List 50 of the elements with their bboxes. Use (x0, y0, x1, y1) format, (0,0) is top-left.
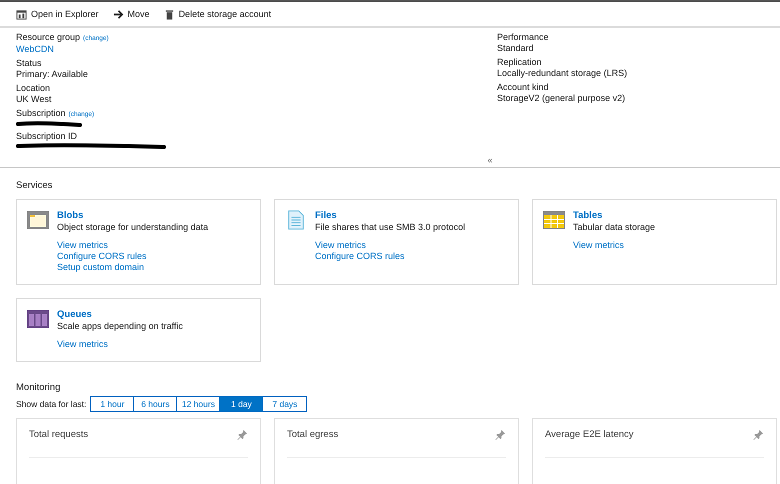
service-title[interactable]: Tables (573, 210, 656, 222)
range-label: Show data for last: (16, 399, 86, 409)
storage-container-icon (27, 210, 49, 230)
service-title[interactable]: Files (315, 210, 466, 222)
field-label: Account kind (497, 82, 549, 93)
service-description: File shares that use SMB 3.0 protocol (315, 222, 466, 233)
arrow-icon (112, 8, 124, 20)
field-value: Standard (497, 43, 535, 54)
field-label: Performance (497, 32, 549, 43)
toolbar-button[interactable]: Delete storage account (164, 8, 272, 20)
pin-icon[interactable] (753, 429, 764, 440)
service-link[interactable]: Configure CORS rules (57, 251, 147, 262)
toolbar-button[interactable]: Open in Explorer (16, 8, 99, 20)
service-link[interactable]: View metrics (57, 240, 108, 251)
service-title[interactable]: Blobs (57, 210, 208, 222)
service-link[interactable]: View metrics (57, 339, 108, 350)
explorer-icon (16, 8, 27, 20)
collapse-button[interactable]: « (487, 153, 492, 167)
field-label: Resource group (16, 32, 80, 43)
section-title: Services (15, 179, 54, 191)
metric-title: Average E2E latency (545, 429, 634, 442)
pin-icon[interactable] (237, 429, 248, 440)
section-title: Monitoring (15, 381, 62, 393)
service-title[interactable]: Queues (57, 309, 183, 321)
field-label: Replication (497, 57, 542, 68)
resource-group-link[interactable]: WebCDN (16, 44, 497, 55)
pin-icon[interactable] (495, 429, 506, 440)
service-link[interactable]: View metrics (573, 240, 624, 251)
toolbar-button[interactable]: Move (112, 8, 150, 20)
field-value: StorageV2 (general purpose v2) (497, 93, 626, 104)
table-icon (543, 210, 565, 230)
field-value: Primary: Available (16, 69, 89, 80)
field-label: Subscription ID (16, 131, 78, 142)
service-description: Scale apps depending on traffic (57, 321, 183, 332)
trash-icon (164, 8, 175, 20)
service-description: Tabular data storage (573, 222, 656, 233)
field-label: Status (16, 58, 42, 69)
metric-title: Total requests (29, 429, 88, 442)
queue-icon (27, 309, 49, 329)
service-link[interactable]: Setup custom domain (57, 262, 144, 273)
field-label: Location (16, 83, 50, 94)
service-link[interactable]: View metrics (315, 240, 366, 251)
time-range-button[interactable]: 1 day (220, 397, 264, 411)
field-value: Locally-redundant storage (LRS) (497, 68, 628, 79)
field-label: Subscription (16, 108, 66, 119)
field-value: UK West (16, 94, 52, 105)
metric-title: Total egress (287, 429, 338, 442)
redaction-mark (16, 120, 82, 128)
service-description: Object storage for understanding data (57, 222, 208, 233)
service-link[interactable]: Configure CORS rules (315, 251, 405, 262)
